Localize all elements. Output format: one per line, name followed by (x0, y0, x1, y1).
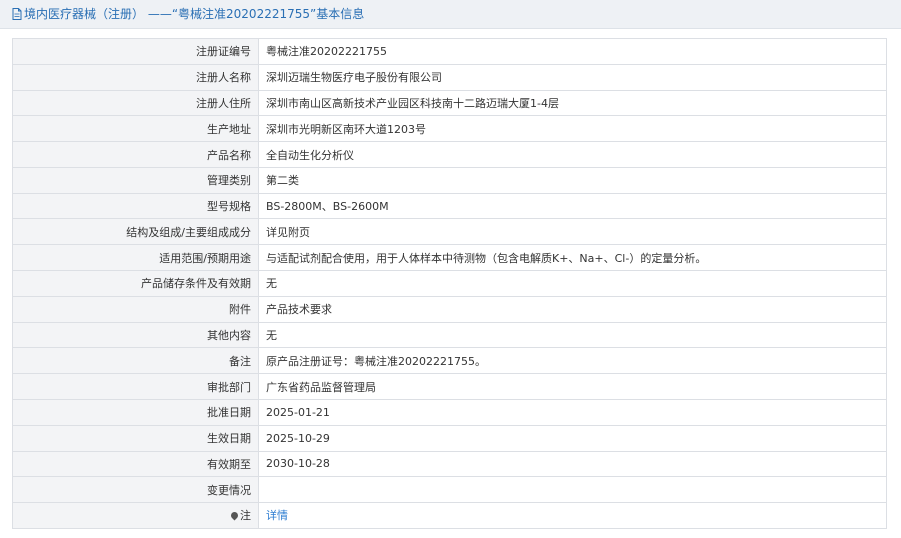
page-title: 境内医疗器械（注册） ——“粤械注准20202221755”基本信息 (24, 7, 365, 21)
note-label-cell: 注 (12, 502, 259, 529)
row-value: 第二类 (258, 166, 887, 194)
row-label: 注册人住所 (12, 89, 259, 117)
row-label: 批准日期 (12, 398, 259, 426)
row-value: 2030-10-28 (258, 450, 887, 478)
row-value: 全自动生化分析仪 (258, 141, 887, 168)
row-value: 广东省药品监督管理局 (258, 373, 887, 400)
row-value: 详见附页 (258, 218, 887, 246)
table-row-note: 注 详情 (12, 502, 887, 529)
row-label: 注册证编号 (12, 38, 259, 65)
row-label: 变更情况 (12, 476, 259, 504)
row-value: 与适配试剂配合使用，用于人体样本中待测物（包含电解质K+、Na+、Cl-）的定量… (258, 244, 887, 272)
page-header: 境内医疗器械（注册） ——“粤械注准20202221755”基本信息 (0, 0, 901, 29)
row-label: 备注 (12, 347, 259, 375)
row-label: 附件 (12, 295, 259, 323)
row-label: 产品名称 (12, 141, 259, 168)
table-row: 产品储存条件及有效期无 (12, 270, 887, 297)
row-label: 审批部门 (12, 373, 259, 400)
row-value: 深圳迈瑞生物医疗电子股份有限公司 (258, 63, 887, 91)
table-row: 生效日期 2025-10-29 (12, 424, 887, 452)
row-label: 型号规格 (12, 192, 259, 220)
pin-icon (229, 511, 240, 521)
table-row: 注册证编号 粤械注准20202221755 (12, 38, 887, 65)
row-value: 粤械注准20202221755 (258, 38, 887, 65)
row-label: 有效期至 (12, 450, 259, 478)
table-row: 适用范围/预期用途 与适配试剂配合使用，用于人体样本中待测物（包含电解质K+、Na… (12, 244, 887, 272)
table-row: 产品名称 全自动生化分析仪 (12, 141, 887, 168)
row-label: 其他内容 (12, 321, 259, 349)
row-label: 生产地址 (12, 115, 259, 143)
row-value (258, 476, 887, 504)
row-label: 产品储存条件及有效期 (12, 270, 259, 297)
note-value-cell: 详情 (258, 502, 887, 529)
details-link[interactable]: 详情 (266, 509, 288, 522)
table-row: 批准日期 2025-01-21 (12, 398, 887, 426)
table-row: 注册人名称 深圳迈瑞生物医疗电子股份有限公司 (12, 63, 887, 91)
table-row: 管理类别 第二类 (12, 166, 887, 194)
table-row: 有效期至 2030-10-28 (12, 450, 887, 478)
row-value: 产品技术要求 (258, 295, 887, 323)
row-label: 适用范围/预期用途 (12, 244, 259, 272)
row-value: 2025-01-21 (258, 398, 887, 426)
table-row: 生产地址 深圳市光明新区南环大道1203号 (12, 115, 887, 143)
table-row: 结构及组成/主要组成成分 详见附页 (12, 218, 887, 246)
registration-info-table: 注册证编号 粤械注准20202221755 注册人名称 深圳迈瑞生物医疗电子股份有限公… (12, 38, 887, 529)
row-label: 注册人名称 (12, 63, 259, 91)
row-label: 生效日期 (12, 424, 259, 452)
row-value: 原产品注册证号：粤械注准20202221755。 (258, 347, 887, 375)
table-row: 注册人住所 深圳市南山区高新技术产业园区科技南十二路迈瑞大厦1-4层 (12, 89, 887, 117)
row-value: 2025-10-29 (258, 424, 887, 452)
table-row: 变更情况 (12, 476, 887, 504)
table-row: 型号规格 BS-2800M、BS-2600M (12, 192, 887, 220)
document-icon (12, 8, 22, 20)
table-row: 附件 产品技术要求 (12, 295, 887, 323)
row-value: 深圳市南山区高新技术产业园区科技南十二路迈瑞大厦1-4层 (258, 89, 887, 117)
row-label: 管理类别 (12, 166, 259, 194)
table-row: 其他内容无 (12, 321, 887, 349)
table-row: 备注 原产品注册证号：粤械注准20202221755。 (12, 347, 887, 375)
row-value: BS-2800M、BS-2600M (258, 192, 887, 220)
row-value: 深圳市光明新区南环大道1203号 (258, 115, 887, 143)
note-label: 注 (240, 509, 251, 523)
row-label: 结构及组成/主要组成成分 (12, 218, 259, 246)
table-row: 审批部门 广东省药品监督管理局 (12, 373, 887, 400)
row-value: 无 (258, 270, 887, 297)
row-value: 无 (258, 321, 887, 349)
